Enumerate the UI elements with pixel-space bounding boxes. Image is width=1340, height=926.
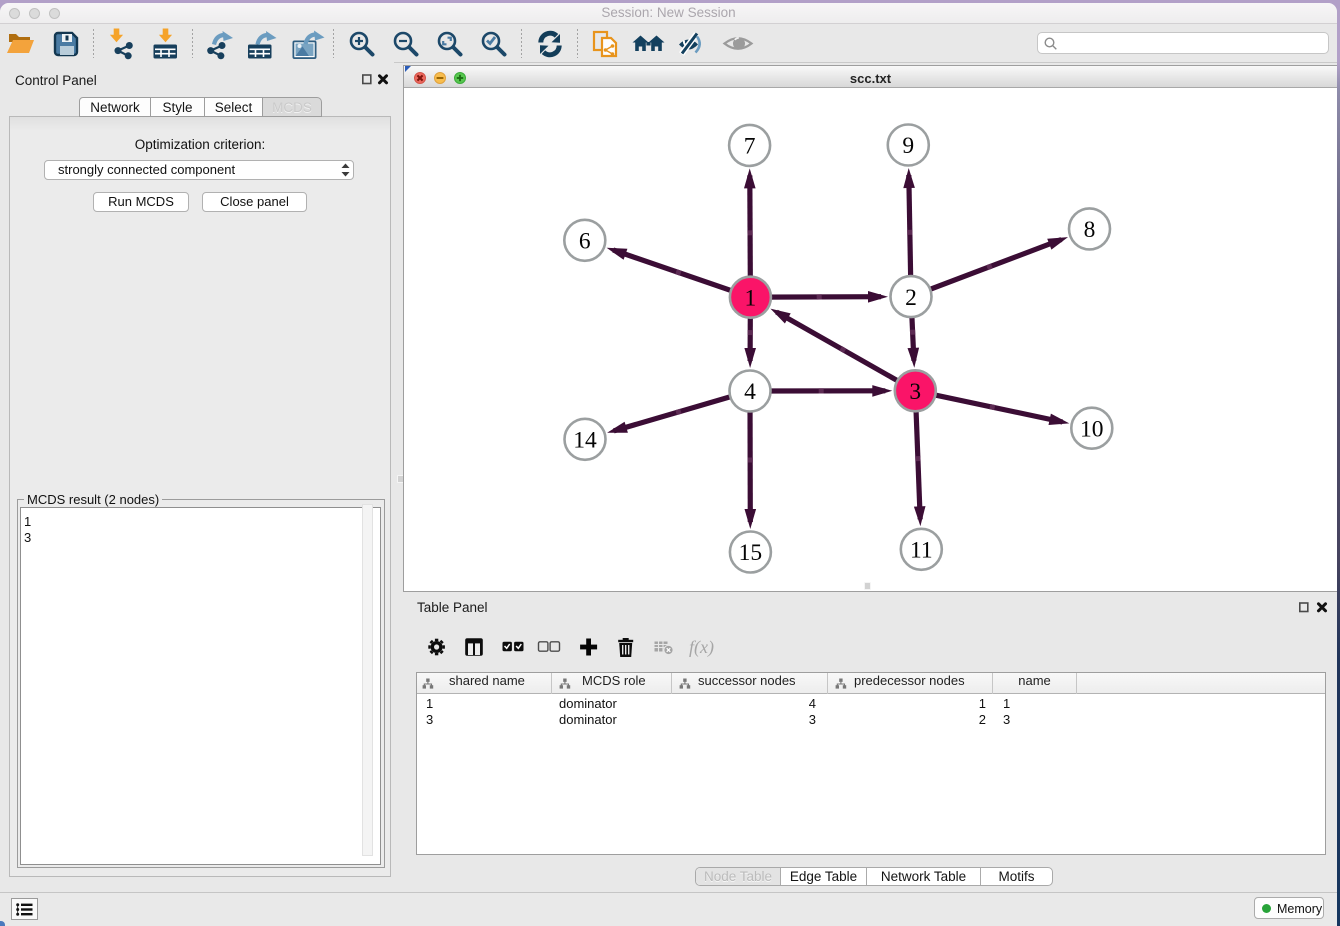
svg-text:7: 7 [744,134,756,160]
svg-text:9: 9 [902,133,914,159]
svg-text:8: 8 [1084,217,1096,243]
svg-text:11: 11 [910,538,933,564]
svg-text:14: 14 [573,428,597,454]
svg-text:10: 10 [1080,416,1104,442]
svg-text:15: 15 [739,540,763,566]
svg-text:4: 4 [744,379,756,405]
svg-text:2: 2 [905,285,917,311]
svg-text:3: 3 [909,379,921,405]
svg-text:1: 1 [745,285,757,311]
svg-text:f(x): f(x) [689,637,714,658]
svg-text:6: 6 [579,229,591,255]
